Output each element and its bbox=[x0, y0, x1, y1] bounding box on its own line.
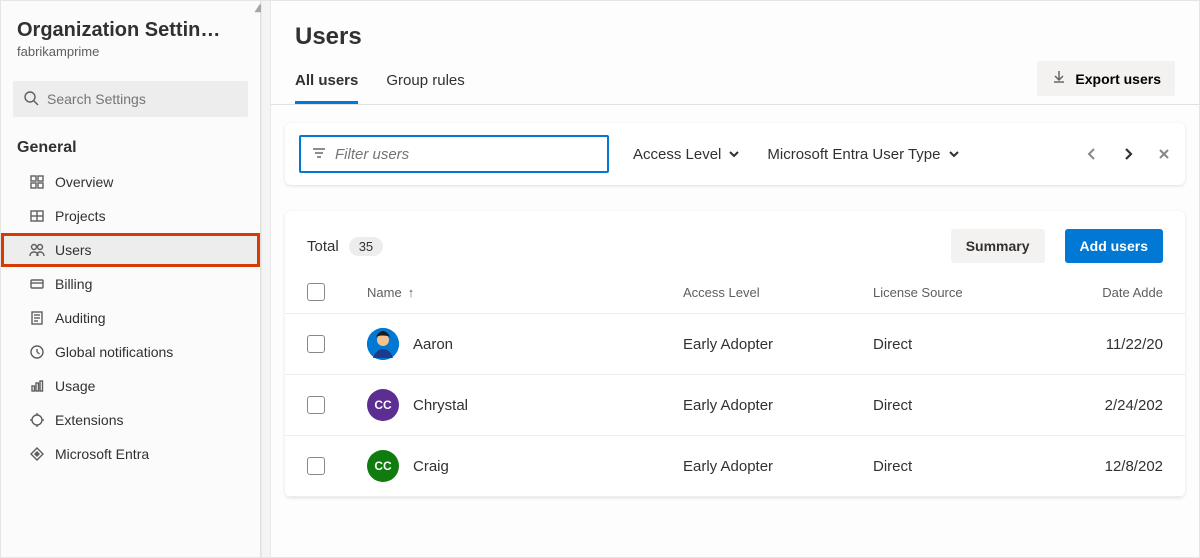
sidebar-item-global-notifications[interactable]: Global notifications bbox=[1, 335, 260, 369]
table-row[interactable]: Aaron Early Adopter Direct 11/22/20 bbox=[285, 314, 1185, 375]
tab-all-users[interactable]: All users bbox=[295, 62, 358, 104]
notifications-icon bbox=[29, 344, 45, 360]
user-access: Early Adopter bbox=[683, 397, 873, 414]
sidebar-section-general: General bbox=[1, 117, 260, 165]
projects-icon bbox=[29, 208, 45, 224]
avatar: CC bbox=[367, 450, 399, 482]
user-name: Chrystal bbox=[413, 397, 468, 414]
export-users-button[interactable]: Export users bbox=[1037, 61, 1175, 96]
row-checkbox[interactable] bbox=[307, 335, 325, 353]
user-date: 11/22/20 bbox=[1053, 336, 1163, 353]
total-label: Total bbox=[307, 238, 339, 255]
user-access: Early Adopter bbox=[683, 458, 873, 475]
user-source: Direct bbox=[873, 458, 1053, 475]
filter-dd-label: Access Level bbox=[633, 146, 721, 163]
filter-next-button[interactable] bbox=[1121, 147, 1135, 161]
total-count: 35 bbox=[349, 237, 383, 256]
export-users-label: Export users bbox=[1075, 71, 1161, 87]
avatar: CC bbox=[367, 389, 399, 421]
download-icon bbox=[1051, 69, 1067, 88]
sidebar-resize-handle[interactable] bbox=[261, 1, 271, 557]
filter-icon bbox=[311, 145, 327, 164]
user-access: Early Adopter bbox=[683, 336, 873, 353]
user-name: Craig bbox=[413, 458, 449, 475]
filter-clear-button[interactable] bbox=[1157, 147, 1171, 161]
chevron-down-icon bbox=[947, 147, 961, 161]
summary-button[interactable]: Summary bbox=[951, 229, 1045, 263]
add-users-button[interactable]: Add users bbox=[1065, 229, 1163, 263]
sidebar-item-label: Global notifications bbox=[55, 344, 173, 360]
sidebar-item-extensions[interactable]: Extensions bbox=[1, 403, 260, 437]
filter-users-input[interactable] bbox=[299, 135, 609, 173]
tab-group-rules[interactable]: Group rules bbox=[386, 62, 464, 104]
filter-users-field[interactable] bbox=[335, 146, 597, 163]
col-license-source[interactable]: License Source bbox=[873, 285, 1053, 300]
filter-access-level[interactable]: Access Level bbox=[631, 142, 743, 167]
sidebar-item-label: Overview bbox=[55, 174, 113, 190]
sort-ascending-icon: ↑ bbox=[408, 285, 415, 300]
table-row[interactable]: CC Chrystal Early Adopter Direct 2/24/20… bbox=[285, 375, 1185, 436]
chevron-down-icon bbox=[727, 147, 741, 161]
page-title: Users bbox=[271, 15, 1199, 55]
sidebar-item-billing[interactable]: Billing bbox=[1, 267, 260, 301]
entra-icon bbox=[29, 446, 45, 462]
col-access-level[interactable]: Access Level bbox=[683, 285, 873, 300]
col-name[interactable]: Name bbox=[367, 285, 402, 300]
users-table-header: Name ↑ Access Level License Source Date … bbox=[285, 273, 1185, 314]
sidebar-item-usage[interactable]: Usage bbox=[1, 369, 260, 403]
col-date-added[interactable]: Date Adde bbox=[1053, 285, 1163, 300]
main-content: Users All users Group rules Export users… bbox=[271, 1, 1199, 557]
sidebar-item-label: Extensions bbox=[55, 412, 123, 428]
sidebar-item-label: Auditing bbox=[55, 310, 106, 326]
sidebar-item-label: Users bbox=[55, 242, 92, 258]
filter-prev-button[interactable] bbox=[1085, 147, 1099, 161]
select-all-checkbox[interactable] bbox=[307, 283, 325, 301]
sidebar-item-projects[interactable]: Projects bbox=[1, 199, 260, 233]
users-table-card: Total 35 Summary Add users Name ↑ Access… bbox=[285, 211, 1185, 497]
sidebar: Organization Settin… fabrikamprime Gener… bbox=[1, 1, 261, 557]
user-date: 2/24/202 bbox=[1053, 397, 1163, 414]
filter-dd-label: Microsoft Entra User Type bbox=[767, 146, 940, 163]
sidebar-item-label: Billing bbox=[55, 276, 92, 292]
sidebar-item-overview[interactable]: Overview bbox=[1, 165, 260, 199]
user-name: Aaron bbox=[413, 336, 453, 353]
sidebar-item-users[interactable]: Users bbox=[1, 233, 260, 267]
avatar bbox=[367, 328, 399, 360]
user-source: Direct bbox=[873, 336, 1053, 353]
user-date: 12/8/202 bbox=[1053, 458, 1163, 475]
search-icon bbox=[23, 90, 39, 109]
sidebar-item-label: Microsoft Entra bbox=[55, 446, 149, 462]
table-row[interactable]: CC Craig Early Adopter Direct 12/8/202 bbox=[285, 436, 1185, 497]
user-source: Direct bbox=[873, 397, 1053, 414]
sidebar-item-auditing[interactable]: Auditing bbox=[1, 301, 260, 335]
filter-entra-user-type[interactable]: Microsoft Entra User Type bbox=[765, 142, 962, 167]
users-icon bbox=[29, 242, 45, 258]
sidebar-item-microsoft-entra[interactable]: Microsoft Entra bbox=[1, 437, 260, 471]
sidebar-item-label: Usage bbox=[55, 378, 95, 394]
org-settings-title: Organization Settin… bbox=[17, 19, 244, 42]
filter-bar: Access Level Microsoft Entra User Type bbox=[285, 123, 1185, 185]
org-name: fabrikamprime bbox=[17, 44, 244, 59]
search-settings-input[interactable] bbox=[13, 81, 248, 117]
row-checkbox[interactable] bbox=[307, 457, 325, 475]
search-settings-field[interactable] bbox=[47, 91, 238, 107]
billing-icon bbox=[29, 276, 45, 292]
row-checkbox[interactable] bbox=[307, 396, 325, 414]
tabs: All users Group rules Export users bbox=[271, 55, 1199, 105]
usage-icon bbox=[29, 378, 45, 394]
sidebar-item-label: Projects bbox=[55, 208, 106, 224]
sidebar-nav: Overview Projects Users Billing Auditing… bbox=[1, 165, 260, 471]
extensions-icon bbox=[29, 412, 45, 428]
auditing-icon bbox=[29, 310, 45, 326]
dashboard-icon bbox=[29, 174, 45, 190]
